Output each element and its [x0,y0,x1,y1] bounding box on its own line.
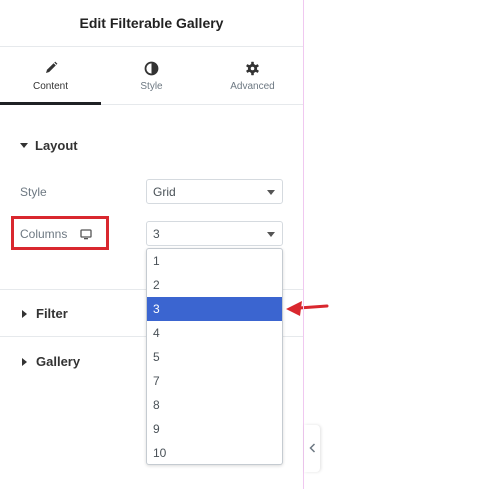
chevron-down-icon [267,232,275,237]
dropdown-option[interactable]: 1 [147,249,282,273]
style-select[interactable]: Grid [146,179,283,204]
section-layout-title: Layout [35,138,78,153]
section-layout-header[interactable]: Layout [20,138,78,153]
chevron-down-icon [267,190,275,195]
caret-right-icon [22,357,27,366]
columns-select[interactable]: 3 [146,221,283,246]
section-gallery-title: Gallery [36,354,81,369]
pencil-icon [44,59,58,77]
dropdown-option[interactable]: 10 [147,441,282,465]
dropdown-option[interactable]: 8 [147,393,282,417]
section-filter-title: Filter [36,306,68,321]
caret-down-icon [20,143,28,148]
annotation-highlight-box [11,216,109,250]
tab-content-label: Content [32,81,69,92]
chevron-left-icon [308,442,316,456]
canvas-guide-line [303,0,304,489]
style-select-value: Grid [153,184,176,199]
style-label: Style [20,185,47,199]
tab-content[interactable]: Content [0,47,101,105]
panel-tabs: Content Style Advanced [0,47,303,105]
dropdown-option[interactable]: 5 [147,345,282,369]
dropdown-option[interactable]: 4 [147,321,282,345]
columns-select-value: 3 [153,226,160,241]
annotation-arrow-icon [286,301,329,316]
section-filter-header[interactable]: Filter [20,306,68,321]
dropdown-option-selected[interactable]: 3 [147,297,282,321]
dropdown-option[interactable]: 9 [147,417,282,441]
tab-style-label: Style [140,81,163,92]
caret-right-icon [22,309,27,318]
section-gallery-header[interactable]: Gallery [20,354,80,369]
tab-advanced-label: Advanced [230,81,275,92]
dropdown-option[interactable]: 2 [147,273,282,297]
panel-title: Edit Filterable Gallery [0,0,303,47]
gear-icon [245,59,260,77]
columns-dropdown-list: 1 2 3 4 5 7 8 9 10 [146,248,283,465]
tab-style[interactable]: Style [101,47,202,104]
dropdown-option[interactable]: 7 [147,369,282,393]
tab-advanced[interactable]: Advanced [202,47,303,104]
collapse-panel-button[interactable] [304,425,320,472]
half-circle-icon [144,59,159,77]
